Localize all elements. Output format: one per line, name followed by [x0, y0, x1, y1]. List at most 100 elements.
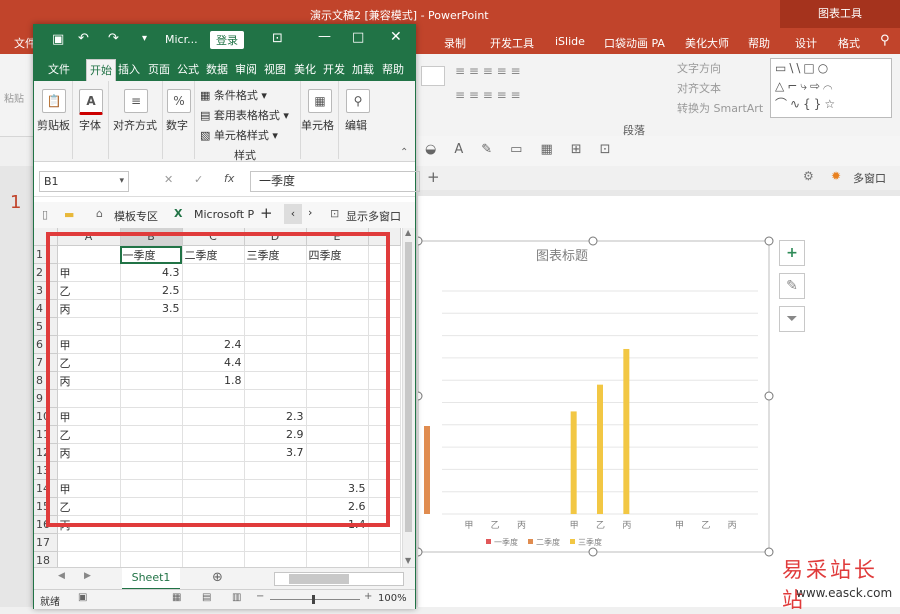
- resize-handle[interactable]: [764, 547, 774, 557]
- xl-tab-file[interactable]: 文件: [48, 61, 70, 77]
- ppt-tab-pocket-animation[interactable]: 口袋动画 PA: [604, 35, 665, 51]
- scroll-thumb[interactable]: [405, 242, 412, 532]
- cell[interactable]: [120, 533, 183, 552]
- font-color-icon[interactable]: A: [454, 142, 463, 157]
- name-box[interactable]: B1 ▾: [39, 171, 129, 192]
- formula-input[interactable]: 一季度: [250, 171, 420, 192]
- conditional-format-button[interactable]: ▦ 条件格式 ▾: [200, 87, 267, 103]
- confirm-formula-icon[interactable]: ✓: [194, 173, 203, 186]
- clipboard-label[interactable]: 剪贴板: [37, 117, 70, 133]
- ppt-tab-help[interactable]: 帮助: [748, 35, 770, 51]
- shape-fill-icon[interactable]: ◒: [425, 142, 436, 157]
- legend-swatch[interactable]: [486, 539, 491, 544]
- chart-bar[interactable]: [623, 348, 630, 514]
- horizontal-scrollbar[interactable]: [274, 572, 404, 586]
- chart[interactable]: 图表标题 甲 乙 丙 甲 乙 丙 甲 乙 丙 一季度 二季度 三季度: [418, 196, 900, 607]
- number-label[interactable]: 数字: [166, 117, 188, 133]
- settings-icon[interactable]: ⚙: [803, 169, 814, 183]
- gear-icon[interactable]: ✹: [831, 169, 841, 183]
- cells-label[interactable]: 单元格: [301, 117, 334, 133]
- cell[interactable]: [57, 551, 121, 567]
- paste-icon[interactable]: 📋: [42, 89, 66, 113]
- tab-prev-icon[interactable]: ‹: [284, 204, 302, 224]
- xl-tab-addins[interactable]: 加载: [352, 61, 374, 77]
- shapes-gallery[interactable]: ▭\\□○ △⌐⤷⇨⌒ ⌒∿{}☆: [770, 58, 892, 118]
- xl-tab-home[interactable]: 开始: [86, 59, 116, 82]
- chart-styles-button[interactable]: ✎: [779, 273, 805, 299]
- home-icon[interactable]: ⌂: [96, 207, 103, 220]
- chart-bar[interactable]: [597, 384, 603, 514]
- cell[interactable]: [306, 551, 369, 567]
- percent-icon[interactable]: %: [167, 89, 191, 113]
- redo-icon[interactable]: ↷: [108, 31, 119, 46]
- zoom-out-icon[interactable]: −: [256, 591, 264, 602]
- ppt-tab-islide[interactable]: iSlide: [555, 35, 585, 48]
- cell[interactable]: [244, 551, 307, 567]
- cell[interactable]: [244, 533, 307, 552]
- font-size-dropdown[interactable]: [421, 66, 445, 86]
- cell[interactable]: [368, 533, 401, 552]
- resize-handle[interactable]: [764, 236, 774, 246]
- scroll-up-icon[interactable]: ▲: [405, 228, 411, 237]
- cell[interactable]: [120, 551, 183, 567]
- legend-label[interactable]: 一季度: [494, 537, 518, 547]
- zoom-level[interactable]: 100%: [378, 593, 407, 604]
- ppt-tab-design[interactable]: 设计: [795, 35, 817, 51]
- alignment-label[interactable]: 对齐方式: [113, 117, 157, 133]
- save-icon[interactable]: ▣: [52, 32, 64, 47]
- selected-series-bar[interactable]: [424, 426, 430, 514]
- chart-legend[interactable]: 一季度 二季度 三季度: [486, 537, 602, 547]
- legend-swatch[interactable]: [528, 539, 533, 544]
- list-buttons[interactable]: ≡ ≡ ≡ ≡ ≡: [455, 64, 521, 78]
- ppt-tab-format[interactable]: 格式: [838, 35, 860, 51]
- login-button[interactable]: 登录: [210, 31, 244, 49]
- xl-tab-page[interactable]: 页面: [148, 61, 170, 77]
- font-icon[interactable]: A: [79, 89, 103, 115]
- legend-swatch[interactable]: [570, 539, 575, 544]
- font-label[interactable]: 字体: [79, 117, 101, 133]
- eyedropper-icon[interactable]: ✎: [481, 142, 492, 157]
- align-icon[interactable]: ≡: [124, 89, 148, 113]
- format-tool-icons[interactable]: ◒ A ✎ ▭ ▦ ⊞ ⊡: [425, 142, 611, 157]
- cell-style-button[interactable]: ▧ 单元格样式 ▾: [200, 127, 278, 143]
- multi-window-button[interactable]: 多窗口: [853, 170, 886, 186]
- xl-tab-data[interactable]: 数据: [206, 61, 228, 77]
- sheet-tab[interactable]: Sheet1: [122, 568, 180, 590]
- close-icon[interactable]: ✕: [390, 29, 402, 45]
- cell[interactable]: [182, 551, 245, 567]
- legend-label[interactable]: 三季度: [578, 537, 602, 547]
- undo-icon[interactable]: ↶: [78, 31, 89, 46]
- group-icon[interactable]: ⊡: [600, 142, 611, 157]
- zoom-in-icon[interactable]: +: [364, 591, 372, 602]
- template-tab[interactable]: 模板专区: [114, 208, 158, 224]
- add-tab-icon[interactable]: +: [260, 204, 273, 222]
- zoom-slider[interactable]: [270, 595, 360, 604]
- page-layout-icon[interactable]: ▤: [202, 592, 211, 603]
- text-direction-button[interactable]: 文字方向: [677, 60, 721, 76]
- chart-filter-button[interactable]: ⏷: [779, 306, 805, 332]
- folder-icon[interactable]: ▬: [64, 208, 74, 221]
- add-sheet-icon[interactable]: ⊕: [212, 570, 223, 585]
- ppt-tab-developer[interactable]: 开发工具: [490, 35, 534, 51]
- h-scroll-thumb[interactable]: [289, 574, 349, 584]
- align-text-button[interactable]: 对齐文本: [677, 80, 721, 96]
- table-format-button[interactable]: ▤ 套用表格格式 ▾: [200, 107, 289, 123]
- normal-view-icon[interactable]: ▦: [172, 592, 181, 603]
- sheet-prev-icon[interactable]: ◀: [58, 571, 65, 581]
- xl-tab-beautify[interactable]: 美化: [294, 61, 316, 77]
- vertical-scrollbar[interactable]: ▲ ▼: [402, 228, 415, 567]
- tab-next-icon[interactable]: ›: [308, 206, 312, 219]
- chart-bar[interactable]: [570, 411, 577, 514]
- resize-handle[interactable]: [588, 547, 598, 557]
- align-buttons[interactable]: ≡ ≡ ≡ ≡ ≡: [455, 88, 521, 102]
- resize-handle[interactable]: [764, 391, 774, 401]
- cells-icon[interactable]: ▦: [308, 89, 332, 113]
- ppt-tab-record[interactable]: 录制: [444, 35, 466, 51]
- cell[interactable]: [57, 533, 121, 552]
- row-header[interactable]: 18: [34, 551, 58, 567]
- xl-tab-insert[interactable]: 插入: [118, 61, 140, 77]
- xl-tab-view[interactable]: 视图: [264, 61, 286, 77]
- sheet-next-icon[interactable]: ▶: [84, 571, 91, 581]
- xl-tab-formulas[interactable]: 公式: [177, 61, 199, 77]
- page-break-icon[interactable]: ▥: [232, 592, 241, 603]
